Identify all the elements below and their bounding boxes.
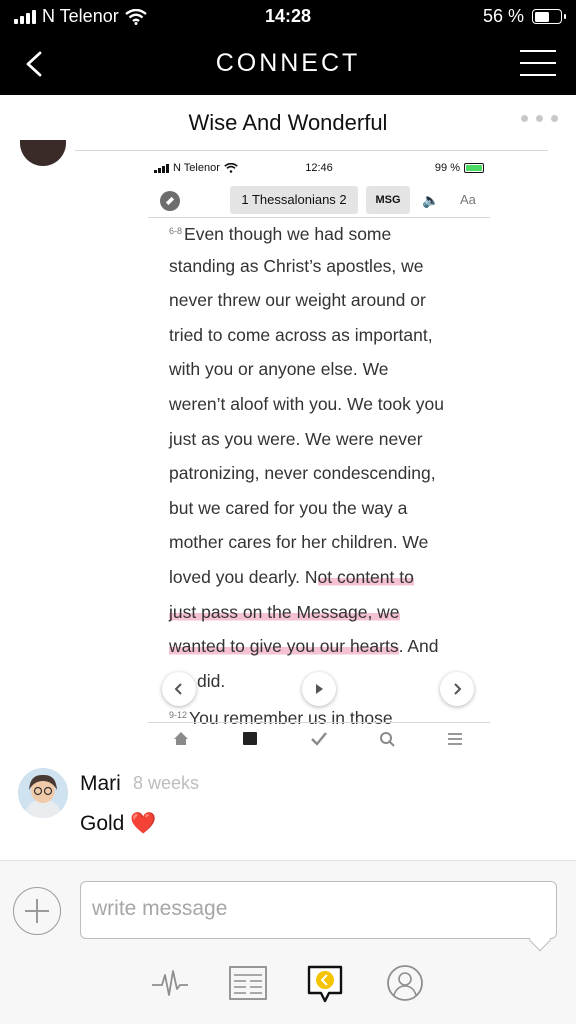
- next-chapter-icon: [440, 672, 474, 706]
- screenshot-status-bar: N Telenor 12:46 99 %: [148, 152, 490, 184]
- avatar[interactable]: [20, 140, 66, 166]
- previous-chapter-icon: [162, 672, 196, 706]
- passage-line: tried to come across as important,: [169, 324, 433, 345]
- battery-icon: [464, 163, 484, 173]
- shared-screenshot-image[interactable]: N Telenor 12:46 99 % 1 Thessalonians 2 M…: [148, 152, 490, 752]
- add-attachment-icon[interactable]: [13, 887, 61, 935]
- passage-line: just pass on the Message, we: [169, 599, 479, 634]
- search-icon: [380, 732, 395, 747]
- heart-emoji: ❤️: [130, 812, 157, 835]
- top-nav-bar: CONNECT: [0, 33, 576, 95]
- passage-line: weren’t aloof with you. We took you: [169, 393, 444, 414]
- comment-author[interactable]: Mari: [80, 772, 121, 796]
- battery-percent: 56 %: [482, 6, 524, 26]
- app-root: N Telenor 14:28 56 % CONNECT Wise And Wo…: [0, 0, 576, 1024]
- font-size-button: Aa: [460, 192, 476, 207]
- connect-chat-icon[interactable]: [305, 963, 345, 1005]
- status-bar: N Telenor 14:28 56 %: [0, 0, 576, 33]
- home-icon: [174, 732, 188, 745]
- hamburger-menu-icon[interactable]: [520, 50, 556, 78]
- screenshot-status-right: 99 %: [435, 162, 484, 174]
- play-icon: [302, 672, 336, 706]
- passage-line: just as you were. We were never: [169, 428, 423, 449]
- highlighted-text: ot content to: [317, 566, 414, 587]
- avatar[interactable]: [18, 768, 68, 818]
- group-title: Wise And Wonderful: [188, 110, 388, 135]
- bible-toolbar: 1 Thessalonians 2 MSG 🔈 Aa: [148, 184, 490, 218]
- passage-line: standing as Christ’s apostles, we: [169, 255, 424, 276]
- comment-timestamp: 8 weeks: [133, 773, 200, 793]
- avatar-image: [18, 768, 68, 818]
- divider: [75, 150, 548, 151]
- passage-line: patronizing, never condescending,: [169, 463, 436, 484]
- message-composer: write message: [0, 860, 576, 1024]
- version-selector: MSG: [366, 186, 410, 214]
- highlighted-text: just pass on the Message, we: [169, 601, 400, 622]
- more-menu-icon: [448, 733, 462, 745]
- screenshot-battery-percent: 99 %: [434, 162, 460, 174]
- speaker-icon: 🔈: [422, 192, 440, 208]
- activity-pulse-icon[interactable]: [150, 963, 190, 1003]
- more-dots-icon[interactable]: [521, 115, 558, 122]
- passage-line: 6-8 Even though we had some: [169, 224, 392, 244]
- verse-ref: 6-8: [169, 226, 183, 236]
- status-right: 56 %: [482, 6, 566, 27]
- bible-icon: [243, 732, 257, 745]
- group-header: Wise And Wonderful: [0, 95, 576, 151]
- message-placeholder: write message: [92, 897, 228, 920]
- passage-line: but we cared for you the way a: [169, 497, 408, 518]
- checkmark-icon: [311, 732, 327, 746]
- book-chapter-selector: 1 Thessalonians 2: [230, 186, 358, 214]
- screenshot-tab-bar: [148, 722, 490, 752]
- comment-text: Gold ❤️: [80, 812, 157, 835]
- passage-text: 6-8 Even though we had some standing as C…: [169, 218, 479, 737]
- compass-icon: [160, 191, 180, 211]
- profile-icon[interactable]: [385, 963, 425, 1003]
- highlighted-text: wanted to give you our hearts: [169, 636, 399, 657]
- passage-line: mother cares for her children. We: [169, 532, 429, 553]
- message-input[interactable]: write message: [80, 881, 557, 952]
- passage-line: with you or anyone else. We: [169, 359, 389, 380]
- passage-line: never threw our weight around or: [169, 290, 426, 311]
- reader-news-icon[interactable]: [228, 963, 268, 1003]
- passage-line: wanted to give you our hearts. And: [169, 636, 439, 657]
- bubble-tail: [528, 928, 552, 952]
- verse-ref: 9-12: [169, 710, 188, 721]
- battery-icon: [532, 9, 566, 24]
- passage-line: loved you dearly. Not content to: [169, 566, 414, 587]
- page-title: CONNECT: [215, 49, 361, 77]
